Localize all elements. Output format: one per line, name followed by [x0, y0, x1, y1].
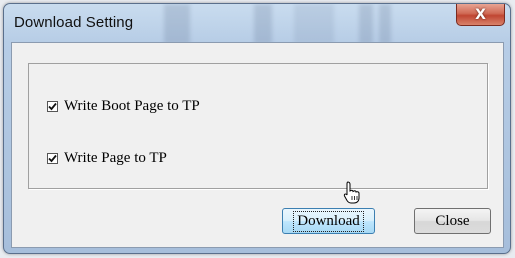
title-bar-texture	[254, 4, 272, 44]
hand-cursor-icon	[343, 181, 360, 204]
title-bar-texture	[164, 4, 190, 44]
title-bar-texture	[294, 4, 334, 44]
close-icon: X	[475, 6, 486, 23]
dialog-client-area: Write Boot Page to TP Write Page to TP D…	[11, 42, 504, 248]
checkmark-icon	[48, 154, 57, 163]
option-write-page[interactable]: Write Page to TP	[47, 150, 167, 167]
option-write-boot-page[interactable]: Write Boot Page to TP	[47, 98, 200, 115]
write-boot-page-label: Write Boot Page to TP	[64, 98, 200, 114]
close-button-label: Close	[435, 212, 470, 229]
options-group-box: Write Boot Page to TP Write Page to TP	[28, 63, 488, 189]
write-boot-page-checkbox[interactable]	[47, 101, 58, 112]
title-bar-texture	[359, 4, 373, 44]
write-page-checkbox[interactable]	[47, 153, 58, 164]
window-close-button[interactable]: X	[456, 4, 505, 26]
checkmark-icon	[48, 102, 57, 111]
window-title: Download Setting	[14, 14, 134, 31]
download-button[interactable]: Download	[282, 208, 375, 234]
close-button[interactable]: Close	[414, 208, 491, 234]
download-setting-dialog: Download Setting X Write Boot Page to TP	[3, 3, 511, 254]
title-bar-texture	[379, 4, 391, 44]
write-page-label: Write Page to TP	[64, 150, 167, 166]
download-button-label: Download	[293, 210, 364, 232]
